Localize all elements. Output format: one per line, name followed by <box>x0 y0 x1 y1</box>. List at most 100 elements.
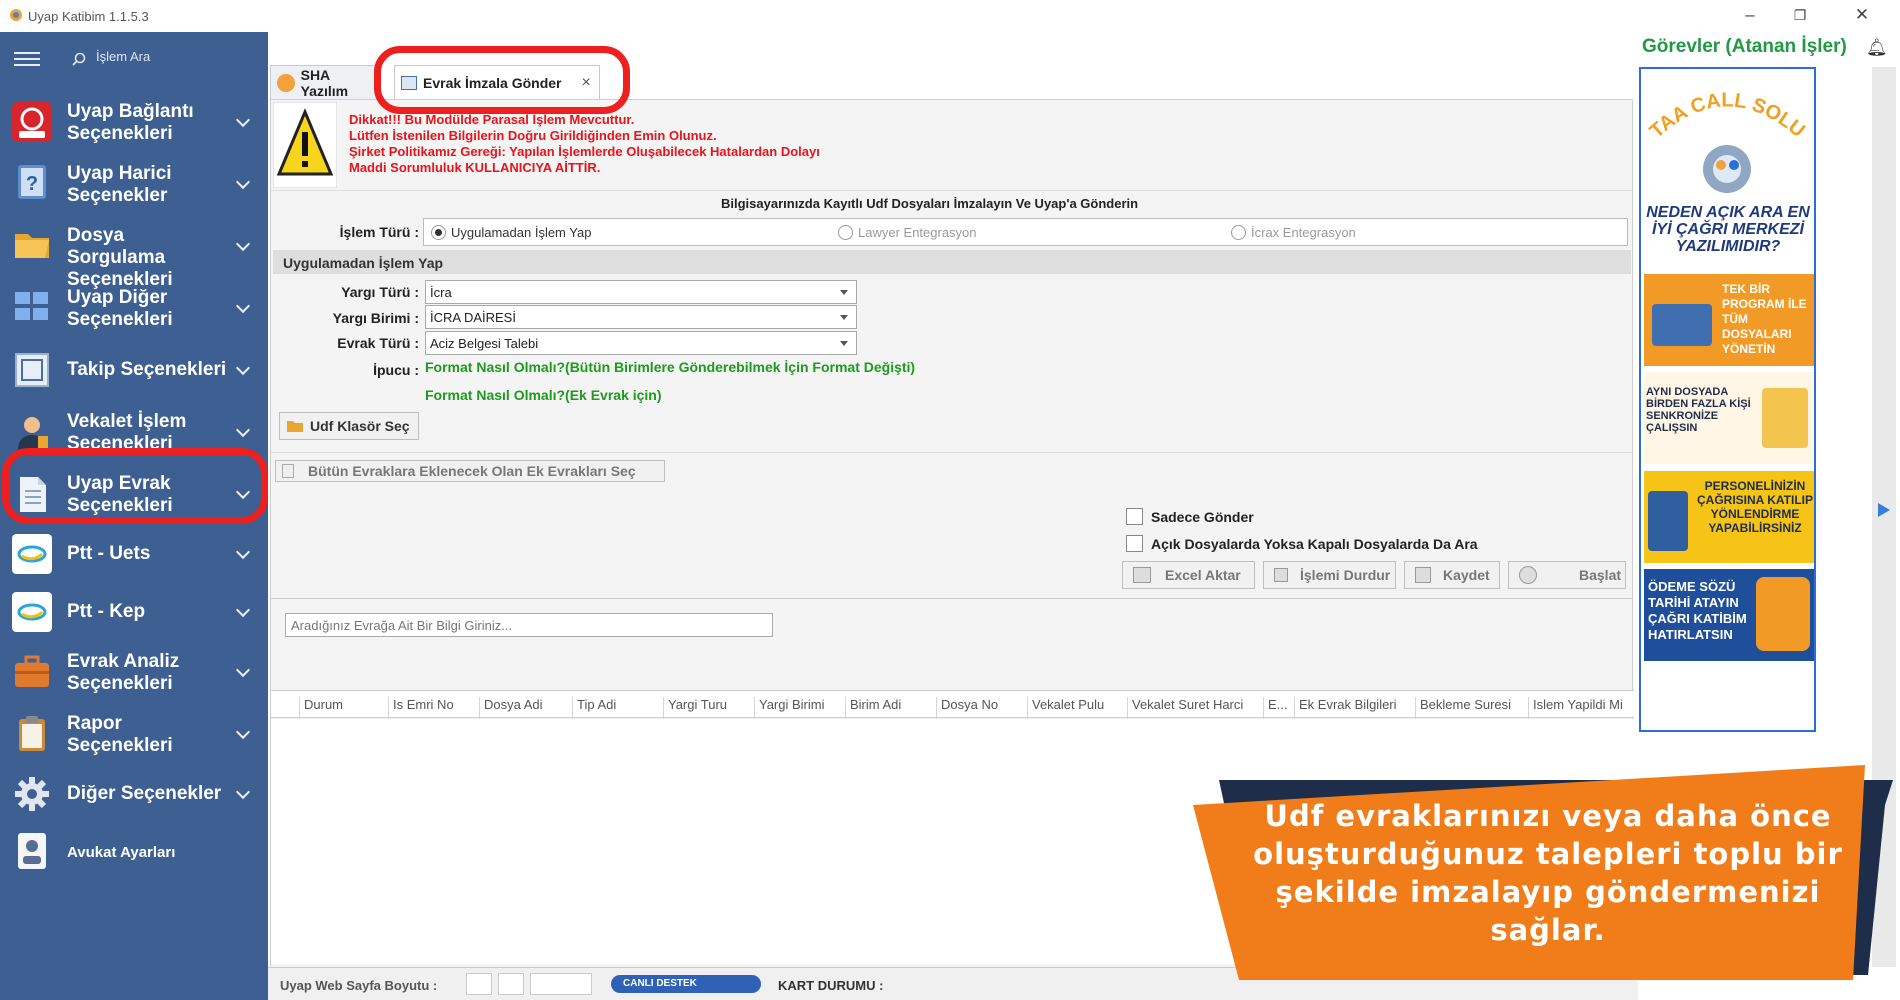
save-icon <box>1415 567 1431 583</box>
baslat-button[interactable]: Başlat <box>1508 561 1626 589</box>
hamburger-menu-icon[interactable] <box>14 52 40 68</box>
folder-icon <box>287 421 303 432</box>
chevron-down-icon <box>235 784 251 800</box>
button-label: Excel Aktar <box>1165 567 1241 583</box>
yargi-turu-label: Yargı Türü : <box>341 284 419 300</box>
results-table-header: Durum Is Emri No Dosya Adi Tip Adi Yargi… <box>271 690 1634 719</box>
chevron-down-icon <box>235 236 251 252</box>
kaydet-button[interactable]: Kaydet <box>1404 561 1500 589</box>
warning-line: Dikkat!!! Bu Modülde Parasal İşlem Mevcu… <box>349 112 635 127</box>
sidebar-item-uyap-harici[interactable]: ? Uyap Harici Seçenekler <box>0 156 268 212</box>
info-banner-text: Udf evraklarınızı veya daha önce oluştur… <box>1253 799 1843 947</box>
form-heading: Bilgisayarınızda Kayıtlı Udf Dosyaları İ… <box>721 196 1139 211</box>
sidebar-item-label: Avukat Ayarları <box>67 844 176 861</box>
islemi-durdur-button[interactable]: İşlemi Durdur <box>1263 561 1396 589</box>
laptop-illustration-icon <box>1652 304 1712 346</box>
chevron-down-icon <box>235 724 251 740</box>
column-header[interactable]: Tip Adi <box>572 697 662 719</box>
column-header[interactable]: Yargi Birimi <box>754 697 844 719</box>
ek-evrak-hint-link[interactable]: Format Nasıl Olmalı?(Ek Evrak için) <box>425 387 662 403</box>
button-label: Bütün Evraklara Eklenecek Olan Ek Evrakl… <box>308 463 636 479</box>
ek-evrak-sec-button[interactable]: Bütün Evraklara Eklenecek Olan Ek Evrakl… <box>275 460 665 482</box>
restore-button[interactable]: ❐ <box>1786 7 1814 24</box>
column-header[interactable]: Islem Yapildi Mi <box>1528 697 1632 719</box>
web-size-value-field[interactable] <box>530 973 592 995</box>
dropdown-arrow-icon <box>840 341 848 346</box>
ipucu-label: İpucu : <box>373 362 419 378</box>
highlight-sidebar-ring <box>2 448 268 524</box>
dropdown-arrow-icon <box>840 290 848 295</box>
chevron-down-icon <box>235 360 251 376</box>
zoom-out-icon[interactable] <box>466 973 492 995</box>
close-window-button[interactable]: ✕ <box>1848 5 1876 25</box>
zoom-in-icon[interactable] <box>498 973 524 995</box>
evrak-search-input[interactable] <box>285 613 773 637</box>
phone-illustration-icon <box>1756 577 1810 651</box>
column-header[interactable]: Bekleme Suresi <box>1415 697 1527 719</box>
column-header[interactable]: Vekalet Suret Harci <box>1127 697 1262 719</box>
chevron-down-icon <box>235 174 251 190</box>
column-header[interactable]: Yargi Turu <box>663 697 753 719</box>
chevron-down-icon <box>235 602 251 618</box>
sidebar-search-input[interactable]: İşlem Ara <box>96 49 150 64</box>
column-header[interactable]: Dosya No <box>936 697 1026 719</box>
column-header[interactable]: E... <box>1263 697 1293 719</box>
yargi-birimi-select[interactable]: İCRA DAİRESİ <box>425 305 857 329</box>
evrak-turu-select[interactable]: Aciz Belgesi Talebi <box>425 331 857 355</box>
radio-uygulamadan[interactable] <box>431 225 446 240</box>
canli-destek-button[interactable]: CANLI DESTEK <box>611 975 761 993</box>
sidebar-item-takip[interactable]: Takip Seçenekleri <box>0 342 268 398</box>
grid-icon <box>15 292 48 320</box>
ad-block-2: AYNI DOSYADA BİRDEN FAZLA KİŞİ SENKRONİZ… <box>1644 372 1814 464</box>
sidebar-item-rapor[interactable]: Rapor Seçenekleri <box>0 706 268 762</box>
advertisement-banner[interactable]: TAA CALL SOLUTION NEDEN AÇIK ARA EN İYİ … <box>1639 67 1816 732</box>
button-label: Udf Klasör Seç <box>310 418 410 434</box>
kart-durumu-label: KART DURUMU : <box>778 978 884 993</box>
acik-dosyalarda-checkbox[interactable] <box>1126 535 1143 552</box>
column-header[interactable]: Durum <box>299 697 387 719</box>
column-header[interactable]: Dosya Adi <box>479 697 571 719</box>
column-header[interactable]: Vekalet Pulu <box>1027 697 1126 719</box>
document-icon <box>282 464 294 478</box>
sidebar-item-uyap-diger[interactable]: Uyap Diğer Seçenekleri <box>0 280 268 336</box>
column-header[interactable]: Ek Evrak Bilgileri <box>1294 697 1414 719</box>
radio-lawyer[interactable] <box>838 225 853 240</box>
team-illustration-icon <box>1762 388 1808 448</box>
sidebar-item-evrak-analiz[interactable]: Evrak Analiz Seçenekleri <box>0 644 268 700</box>
column-header[interactable]: Birim Adi <box>845 697 935 719</box>
format-hint-link[interactable]: Format Nasıl Olmalı?(Bütün Birimlere Gön… <box>425 359 915 375</box>
yargi-birimi-label: Yargı Birimi : <box>332 310 419 326</box>
ad-text: AYNI DOSYADA BİRDEN FAZLA KİŞİ SENKRONİZ… <box>1646 386 1751 434</box>
udf-klasor-sec-button[interactable]: Udf Klasör Seç <box>279 412 419 440</box>
sadece-gonder-checkbox[interactable] <box>1126 508 1143 525</box>
button-label: Başlat <box>1579 567 1622 583</box>
folder-icon <box>15 234 49 258</box>
warning-icon <box>273 102 337 188</box>
tab-sha-yazilim[interactable]: SHA Yazılım <box>270 65 380 99</box>
radio-label: İcrax Entegrasyon <box>1251 225 1356 240</box>
chevron-down-icon <box>235 662 251 678</box>
sidebar-item-uyap-baglanti[interactable]: Uyap Bağlantı Seçenekleri <box>0 94 268 150</box>
sidebar-item-ptt-uets[interactable]: Ptt - Uets <box>0 528 268 580</box>
sidebar-item-ptt-kep[interactable]: Ptt - Kep <box>0 586 268 638</box>
sidebar-item-label: Uyap Harici Seçenekler <box>67 163 172 206</box>
expand-arrow-icon[interactable] <box>1878 503 1890 517</box>
clipboard-icon <box>19 716 45 751</box>
radio-icrax[interactable] <box>1231 225 1246 240</box>
button-label: İşlemi Durdur <box>1300 567 1391 583</box>
select-value: İcra <box>430 285 452 300</box>
yargi-turu-select[interactable]: İcra <box>425 280 857 304</box>
sidebar-item-label: Uyap Diğer Seçenekleri <box>67 287 173 330</box>
select-value: Aciz Belgesi Talebi <box>430 336 539 351</box>
briefcase-icon <box>15 655 49 687</box>
ad-text: PERSONELİNİZİN ÇAĞRISINA KATILIP YÖNLEND… <box>1697 479 1813 535</box>
sidebar-item-diger[interactable]: Diğer Seçenekler <box>0 768 268 820</box>
person-icon <box>18 417 48 450</box>
column-header[interactable]: Is Emri No <box>388 697 478 719</box>
minimize-button[interactable]: – <box>1736 5 1764 25</box>
sidebar-item-dosya-sorgulama[interactable]: Dosya Sorgulama Seçenekleri <box>0 218 268 290</box>
bell-icon[interactable]: 🔔︎ <box>1866 38 1888 58</box>
svg-text:TAA CALL SOLUTION: TAA CALL SOLUTION <box>1641 69 1809 143</box>
sidebar-item-avukat-ayarlari[interactable]: Avukat Ayarları <box>0 826 268 876</box>
excel-aktar-button[interactable]: Excel Aktar <box>1122 561 1255 589</box>
